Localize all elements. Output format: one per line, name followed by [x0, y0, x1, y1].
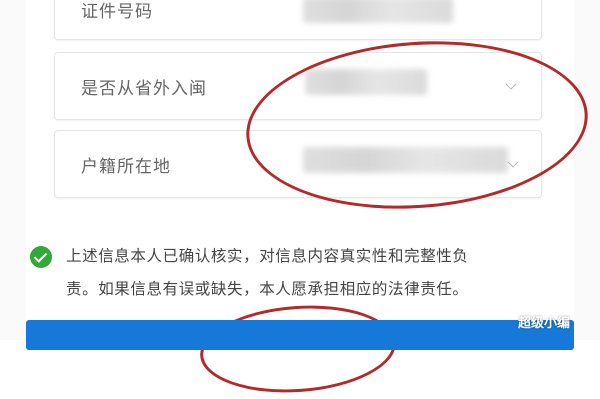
consent-text-line-1: 上述信息本人已确认核实，对信息内容真实性和完整性负	[66, 247, 469, 265]
watermark-text: 超级小编	[517, 316, 570, 331]
id-number-label: 证件号码	[81, 2, 153, 22]
id-number-row[interactable]: 证件号码	[54, 0, 542, 40]
id-number-value	[303, 0, 453, 23]
household-registration-label: 户籍所在地	[81, 157, 171, 177]
checkbox-checked-icon[interactable]	[30, 246, 52, 268]
submit-button[interactable]	[26, 320, 574, 350]
right-margin	[574, 0, 600, 340]
from-outside-province-label: 是否从省外入闽	[81, 79, 207, 99]
left-margin	[0, 0, 26, 340]
consent-text-line-2: 责。如果信息有误或缺失，本人愿承担相应的法律责任。	[66, 280, 469, 298]
